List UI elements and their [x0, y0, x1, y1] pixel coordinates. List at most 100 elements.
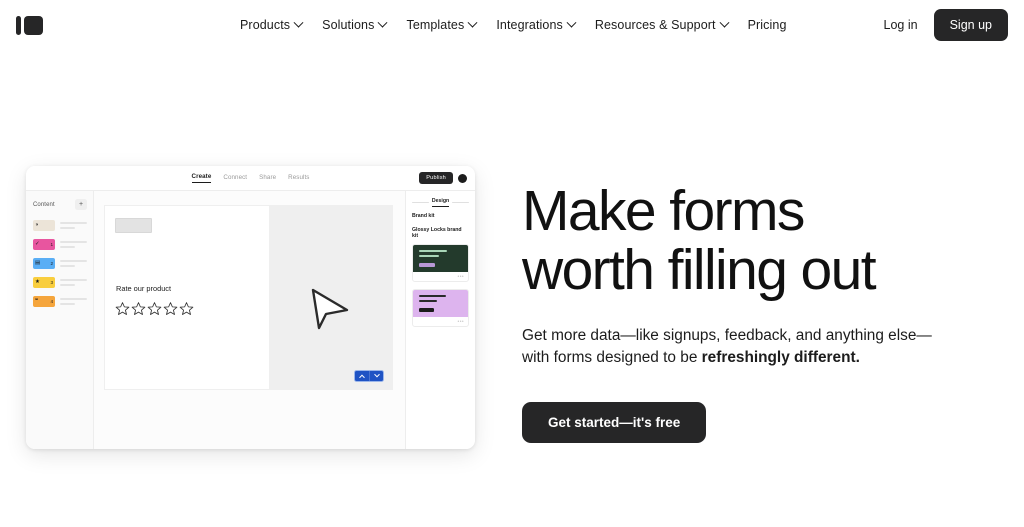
- chevron-down-icon: [719, 17, 730, 28]
- brand-kit-card[interactable]: •••: [412, 244, 469, 282]
- nav-item-label: Templates: [406, 18, 465, 32]
- publish-button[interactable]: Publish: [419, 172, 453, 184]
- question-number: 2: [50, 261, 53, 266]
- mockup-tab-connect[interactable]: Connect: [223, 174, 247, 183]
- swatch-bar: [419, 262, 436, 268]
- product-mockup: Create Connect Share Results Publish Con…: [26, 166, 475, 449]
- signup-button[interactable]: Sign up: [933, 9, 1008, 41]
- chevron-up-icon: [359, 374, 365, 381]
- star-icon[interactable]: [179, 301, 194, 316]
- nav-item-label: Integrations: [496, 18, 563, 32]
- placeholder-line: [60, 260, 87, 263]
- list-item[interactable]: ❝ 4: [33, 296, 87, 307]
- nav-item-label: Products: [240, 18, 291, 32]
- more-options-icon[interactable]: •••: [458, 274, 464, 280]
- design-panel-tabs: Design: [412, 198, 470, 207]
- question-number: 1: [50, 242, 53, 247]
- sidebar-title: Content: [33, 201, 55, 208]
- avatar[interactable]: [458, 173, 467, 183]
- chevron-down-icon: [378, 17, 388, 28]
- hero-subtitle-emphasis: refreshingly different.: [701, 349, 860, 367]
- nav-item-resources-support[interactable]: Resources & Support: [585, 12, 738, 38]
- mockup-design-panel: Design Brand kit Glossy Locks brand kit …: [405, 191, 475, 449]
- divider: [412, 201, 429, 204]
- previous-question-button[interactable]: [355, 371, 369, 381]
- placeholder-line: [60, 264, 75, 267]
- form-navigation-buttons: [354, 370, 384, 382]
- tab-design[interactable]: Design: [431, 198, 450, 207]
- form-field-icon: ▤: [35, 259, 41, 266]
- nav-item-solutions[interactable]: Solutions: [312, 12, 396, 38]
- form-preview-card: Rate our product: [104, 205, 393, 390]
- quote-icon: ❝: [35, 297, 38, 304]
- question-label-placeholder: [60, 222, 87, 229]
- nav-item-templates[interactable]: Templates: [396, 12, 486, 38]
- mockup-tab-share[interactable]: Share: [259, 174, 276, 183]
- rating-star-icon: ★: [35, 278, 40, 285]
- chevron-down-icon: [467, 17, 478, 28]
- mockup-window: Create Connect Share Results Publish Con…: [26, 166, 475, 449]
- placeholder-line: [60, 241, 87, 244]
- nav-item-label: Pricing: [747, 18, 787, 32]
- placeholder-line: [60, 226, 75, 229]
- list-item[interactable]: ▤ 2: [33, 258, 87, 269]
- placeholder-line: [60, 302, 75, 305]
- add-question-button[interactable]: +: [75, 199, 87, 210]
- mockup-toolbar-actions: Publish: [419, 172, 467, 184]
- mockup-canvas: Rate our product: [94, 191, 405, 449]
- nav-actions: Log in Sign up: [880, 9, 1008, 41]
- mockup-body: Content + ◑ ✓ 1 ▤ 2 ★ 3 ❝ 4 Rate our pro…: [26, 191, 475, 449]
- logo-square-icon: [24, 15, 43, 35]
- star-icon[interactable]: [131, 301, 146, 316]
- get-started-button[interactable]: Get started—it's free: [522, 402, 707, 444]
- question-number: 3: [50, 280, 53, 285]
- form-card-media: [268, 206, 392, 389]
- placeholder-line: [60, 222, 87, 225]
- primary-nav: Products Solutions Templates Integration…: [240, 12, 797, 38]
- chevron-down-icon: [373, 371, 380, 378]
- welcome-screen-icon: ◑: [35, 221, 39, 228]
- brand-kit-card[interactable]: •••: [412, 289, 469, 327]
- question-thumbnail: ✓ 1: [33, 239, 55, 250]
- swatch-bar: [419, 307, 434, 313]
- nav-item-pricing[interactable]: Pricing: [738, 12, 797, 38]
- question-label-placeholder: [60, 260, 87, 267]
- chevron-down-icon: [293, 17, 304, 28]
- swatch-bar: [419, 295, 446, 298]
- hero-subtitle: Get more data—like signups, feedback, an…: [522, 325, 942, 369]
- page-title: Make forms worth filling out: [522, 179, 877, 302]
- divider: [452, 201, 470, 204]
- brand-kit-card-footer: •••: [413, 317, 468, 326]
- typeform-logo[interactable]: [16, 15, 43, 35]
- question-title: Rate our product: [116, 284, 172, 293]
- question-thumbnail: ★ 3: [33, 277, 55, 288]
- nav-item-label: Solutions: [322, 18, 375, 32]
- star-icon[interactable]: [163, 301, 178, 316]
- sidebar-header: Content +: [33, 199, 87, 210]
- question-thumbnail: ▤ 2: [33, 258, 55, 269]
- mockup-tabs: Create Connect Share Results: [191, 173, 310, 183]
- placeholder-line: [60, 279, 87, 282]
- star-icon[interactable]: [147, 301, 162, 316]
- list-item[interactable]: ◑: [33, 220, 87, 231]
- mockup-tab-results[interactable]: Results: [288, 174, 309, 183]
- list-item[interactable]: ✓ 1: [33, 239, 87, 250]
- nav-item-products[interactable]: Products: [240, 12, 312, 38]
- more-options-icon[interactable]: •••: [458, 319, 464, 325]
- login-link[interactable]: Log in: [880, 12, 922, 38]
- list-item[interactable]: ★ 3: [33, 277, 87, 288]
- image-placeholder: [115, 218, 152, 233]
- brand-kit-section-label: Brand kit: [412, 213, 435, 219]
- form-card-content: Rate our product: [105, 206, 269, 389]
- nav-item-label: Resources & Support: [594, 18, 716, 32]
- star-icon[interactable]: [115, 301, 130, 316]
- rating-stars[interactable]: [115, 301, 194, 316]
- question-thumbnail: ◑: [33, 220, 55, 231]
- mockup-content-sidebar: Content + ◑ ✓ 1 ▤ 2 ★ 3 ❝ 4: [26, 191, 94, 449]
- question-thumbnail: ❝ 4: [33, 296, 55, 307]
- nav-item-integrations[interactable]: Integrations: [486, 12, 585, 38]
- mockup-tab-create[interactable]: Create: [191, 173, 212, 183]
- placeholder-line: [60, 245, 75, 248]
- chevron-down-icon: [566, 17, 577, 28]
- next-question-button[interactable]: [369, 371, 383, 381]
